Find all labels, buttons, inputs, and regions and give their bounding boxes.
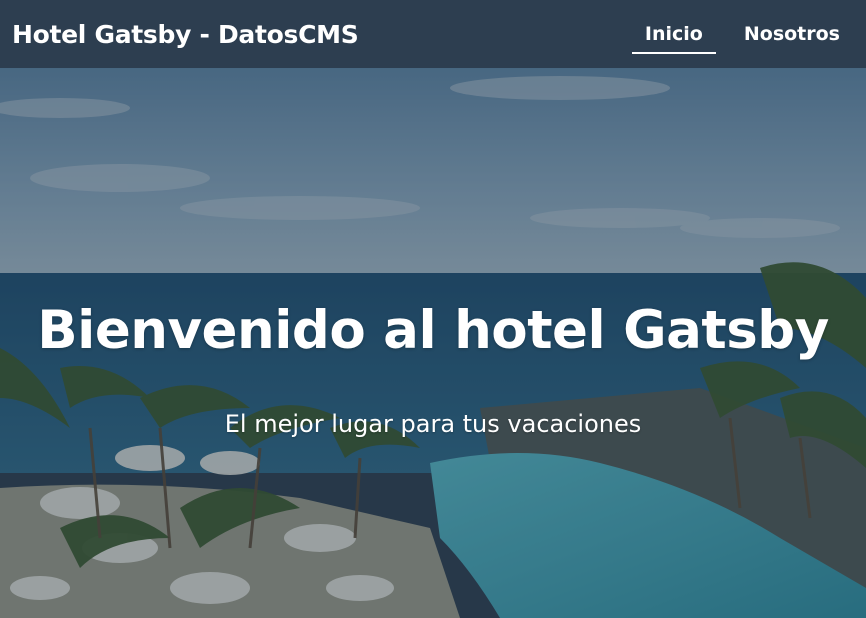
site-brand-link[interactable]: Hotel Gatsby - DatosCMS: [12, 20, 359, 49]
site-header: Hotel Gatsby - DatosCMS Inicio Nosotros: [0, 0, 866, 68]
hero-section: Bienvenido al hotel Gatsby El mejor luga…: [0, 68, 866, 618]
hero-subtitle: El mejor lugar para tus vacaciones: [224, 410, 642, 438]
nav-link-inicio[interactable]: Inicio: [631, 0, 716, 68]
nav-link-nosotros[interactable]: Nosotros: [744, 0, 840, 68]
main-nav: Inicio Nosotros: [631, 0, 840, 68]
hero-title: Bienvenido al hotel Gatsby: [37, 300, 829, 361]
